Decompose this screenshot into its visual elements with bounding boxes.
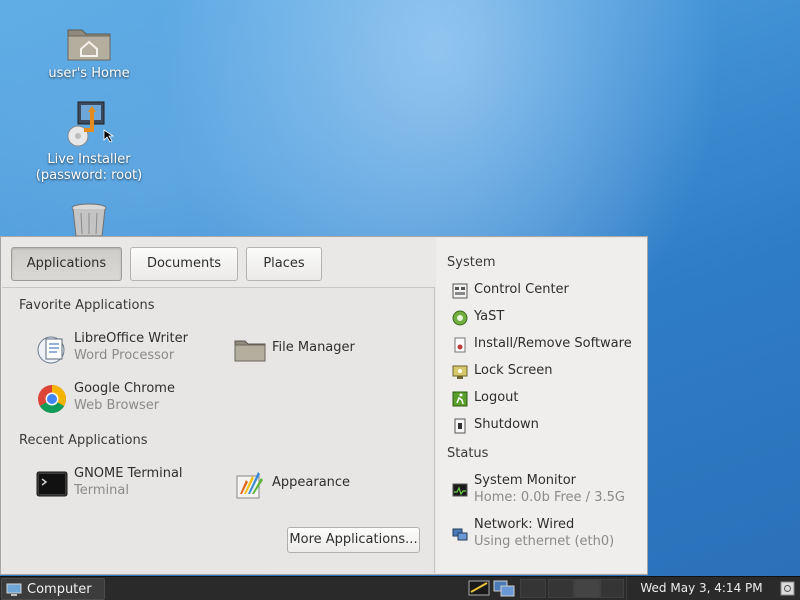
app-google-chrome[interactable]: Google Chrome Web Browser (36, 379, 216, 419)
tab-places[interactable]: Places (246, 247, 322, 281)
desktop-icon-label-secondary: (password: root) (35, 168, 143, 183)
taskbar-slot[interactable] (520, 579, 546, 598)
trash-icon (71, 203, 107, 236)
logout-icon (452, 391, 468, 407)
network-icon (452, 528, 468, 541)
home-folder-icon (67, 29, 111, 61)
taskbar-clock[interactable]: Wed May 3, 4:14 PM (626, 577, 776, 600)
taskbar: Computer Wed May 3, 4:14 PM (0, 576, 800, 600)
taskbar-slot[interactable] (600, 579, 624, 598)
system-item-control-center[interactable]: Control Center (452, 280, 642, 302)
system-item-label: Lock Screen (474, 363, 553, 378)
app-name: LibreOffice Writer (74, 331, 188, 346)
lock-screen-icon (452, 365, 468, 379)
tab-documents[interactable]: Documents (130, 247, 238, 281)
system-item-logout[interactable]: Logout (452, 388, 642, 410)
app-file-manager[interactable]: File Manager (234, 329, 384, 369)
app-appearance[interactable]: Appearance (234, 464, 384, 504)
favorites-heading: Favorite Applications (19, 298, 155, 313)
taskbar-slot[interactable] (548, 579, 574, 598)
menu-tab-bar: Applications Documents Places (2, 238, 435, 288)
system-monitor-icon (452, 483, 468, 497)
desktop-icon-label: user's Home (48, 66, 130, 81)
desktop-icon-trash[interactable] (29, 202, 149, 240)
system-monitor-tray-icon[interactable] (468, 580, 490, 598)
menu-right-pane: System Control Center YaST Install/Remov… (436, 238, 647, 573)
status-item-detail: Using ethernet (eth0) (474, 534, 615, 549)
installer-icon (67, 101, 114, 147)
libreoffice-writer-icon (37, 336, 65, 364)
app-name: Appearance (272, 475, 351, 490)
recent-heading: Recent Applications (19, 433, 148, 448)
desktop-icon-home[interactable]: user's Home (29, 22, 149, 82)
system-item-shutdown[interactable]: Shutdown (452, 415, 642, 437)
notification-icon[interactable] (780, 581, 796, 597)
app-description: Terminal (74, 483, 129, 498)
appearance-icon (236, 472, 263, 499)
desktop-icon-label: Live Installer (47, 152, 131, 167)
app-name: Google Chrome (74, 381, 175, 396)
yast-icon (452, 310, 468, 326)
software-icon (454, 337, 466, 353)
app-gnome-terminal[interactable]: GNOME Terminal Terminal (36, 464, 216, 504)
network-tray-icon[interactable] (493, 580, 515, 598)
app-description: Web Browser (74, 398, 160, 413)
computer-menu-label: Computer (27, 582, 92, 597)
system-item-install-remove-software[interactable]: Install/Remove Software (452, 334, 642, 356)
system-item-label: Shutdown (474, 417, 539, 432)
computer-menu-button[interactable]: Computer (1, 578, 105, 600)
chrome-icon (38, 385, 66, 413)
status-item-detail: Home: 0.0b Free / 3.5G (474, 490, 625, 505)
system-item-yast[interactable]: YaST (452, 307, 642, 329)
status-item-label: System Monitor (474, 473, 577, 488)
status-item-network[interactable]: Network: Wired Using ethernet (eth0) (452, 515, 642, 553)
file-manager-icon (234, 340, 266, 362)
start-menu: Applications Documents Places Favorite A… (0, 236, 648, 575)
app-name: File Manager (272, 340, 355, 355)
system-heading: System (447, 255, 496, 270)
taskbar-slot[interactable] (574, 579, 600, 598)
app-libreoffice-writer[interactable]: LibreOffice Writer Word Processor (36, 329, 216, 369)
more-applications-button[interactable]: More Applications... (287, 527, 420, 553)
system-item-label: Logout (474, 390, 519, 405)
computer-icon (6, 583, 22, 596)
system-item-label: Control Center (474, 282, 569, 297)
status-item-system-monitor[interactable]: System Monitor Home: 0.0b Free / 3.5G (452, 471, 642, 509)
tab-applications[interactable]: Applications (11, 247, 122, 281)
system-item-label: YaST (474, 309, 505, 324)
app-description: Word Processor (74, 348, 175, 363)
shutdown-icon (454, 418, 466, 434)
system-item-lock-screen[interactable]: Lock Screen (452, 361, 642, 383)
menu-left-pane: Applications Documents Places Favorite A… (2, 238, 435, 573)
tray-icons (468, 578, 518, 600)
desktop-icon-live-installer[interactable]: Live Installer (password: root) (29, 100, 149, 184)
status-item-label: Network: Wired (474, 517, 575, 532)
control-center-icon (452, 283, 468, 299)
app-name: GNOME Terminal (74, 466, 183, 481)
system-item-label: Install/Remove Software (474, 336, 632, 351)
status-heading: Status (447, 446, 489, 461)
terminal-icon (36, 471, 68, 497)
